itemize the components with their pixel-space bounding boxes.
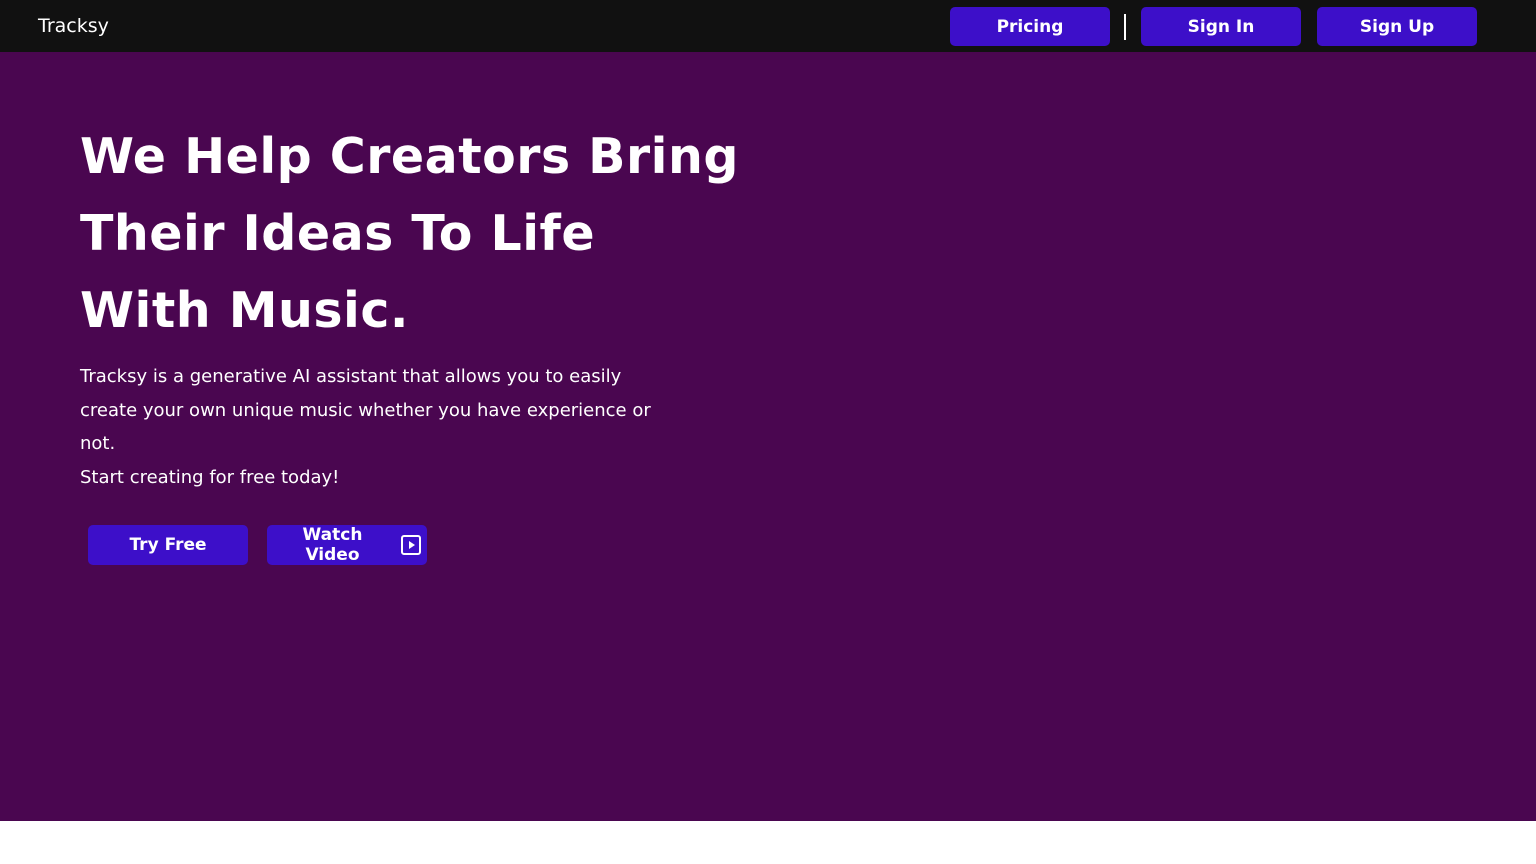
play-icon (401, 535, 421, 555)
watch-video-label: Watch Video (302, 525, 363, 565)
try-free-button[interactable]: Try Free (88, 525, 248, 565)
pricing-button[interactable]: Pricing (950, 7, 1110, 46)
nav-divider (1124, 14, 1126, 40)
hero-description: Tracksy is a generative AI assistant tha… (80, 366, 651, 454)
hero-section: We Help Creators Bring Their Ideas To Li… (0, 52, 1536, 821)
headline-line: Their Ideas To Life (80, 205, 596, 262)
hero-tagline: Start creating for free today! (80, 466, 340, 488)
brand-logo[interactable]: Tracksy (38, 14, 109, 38)
top-navbar: Tracksy Pricing Sign In Sign Up (0, 0, 1536, 52)
sign-in-button[interactable]: Sign In (1141, 7, 1301, 46)
hero-description-block: Tracksy is a generative AI assistant tha… (80, 360, 660, 494)
watch-video-button[interactable]: Watch Video (267, 525, 427, 565)
headline-line: We Help Creators Bring (80, 128, 739, 185)
hero-headline: We Help Creators Bring Their Ideas To Li… (80, 118, 780, 349)
headline-line: With Music. (80, 282, 409, 339)
sign-up-button[interactable]: Sign Up (1317, 7, 1477, 46)
